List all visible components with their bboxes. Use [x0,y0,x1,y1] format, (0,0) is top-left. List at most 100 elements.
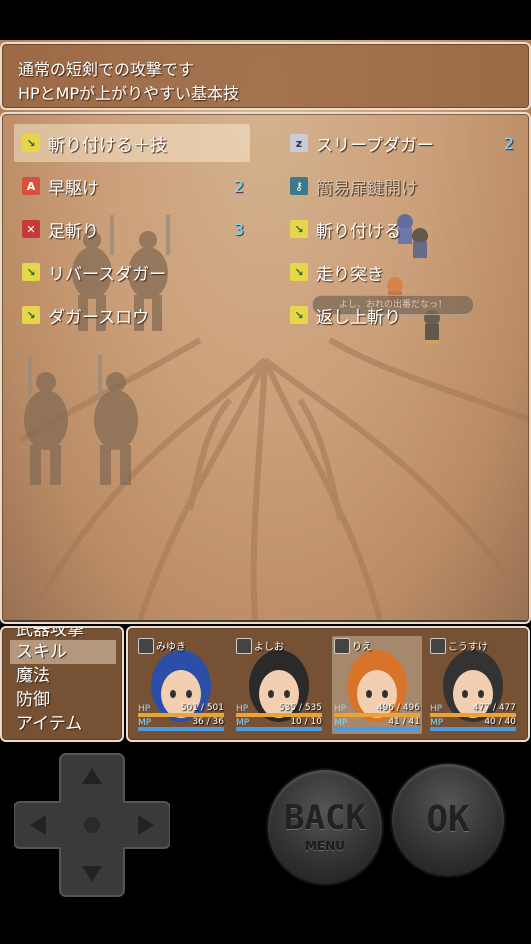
mp-current: 41 [388,717,400,727]
mp-value: 10 / 10 [290,717,322,727]
actor-name: よしお [254,642,284,653]
mp-gauge: MP 36 / 36 [138,717,224,731]
skill-item[interactable]: ↘ 斬り付ける [282,210,520,248]
mp-label: MP [430,718,444,728]
hp-label: HP [334,704,347,714]
mp-current: 36 [192,717,204,727]
virtual-gamepad: BACK MENU OK [0,744,531,944]
hp-value: 477 / 477 [472,703,516,713]
mp-value: 40 / 40 [484,717,516,727]
hp-gauge: HP 535 / 535 [236,703,322,717]
dagger-icon: ↘ [22,134,40,152]
skill-name: 早駆け [48,178,99,199]
skill-name: 足斬り [48,221,99,242]
skill-cost: 2 [233,176,244,196]
dagger-icon: ↘ [22,306,40,324]
hp-value: 501 / 501 [180,703,224,713]
dagger-icon: ↘ [22,263,40,281]
skill-name: 斬り付ける [316,221,401,242]
skill-name: 走り突き [316,264,384,285]
skill-item[interactable]: ✕ 足斬り 3 [14,210,250,248]
skill-item[interactable]: A 早駆け 2 [14,167,250,205]
mp-label: MP [236,718,250,728]
hp-label: HP [236,704,249,714]
mp-max: 36 [212,717,224,727]
skill-name: 簡易扉鍵開け [316,178,418,199]
dagger-icon: ↘ [290,263,308,281]
back-menu-button[interactable]: BACK MENU [268,770,382,884]
command-guard[interactable]: 防御 [10,688,116,712]
mp-value: 41 / 41 [388,717,420,727]
dagger-icon: ↘ [290,220,308,238]
hp-current: 477 [472,703,491,713]
skill-cost: 3 [233,219,244,239]
help-text-line-1: 通常の短剣での攻撃です [18,60,195,79]
back-button-label: BACK [284,798,366,838]
state-checkbox-icon [430,638,446,654]
state-checkbox-icon [334,638,350,654]
skill-name: ダガースロウ [48,307,150,328]
hp-max: 496 [402,703,420,713]
state-checkbox-icon [138,638,154,654]
skill-cost: 2 [503,133,514,153]
hp-current: 501 [180,703,199,713]
mp-label: MP [138,718,152,728]
mp-max: 40 [504,717,516,727]
hp-label: HP [430,704,443,714]
actor-status[interactable]: みゆき HP 501 / 501 MP 36 / 36 [136,636,226,734]
skill-name: 斬り付ける＋技 [48,135,167,156]
command-item[interactable]: アイテム [10,712,116,736]
mp-max: 41 [408,717,420,727]
skill-item[interactable]: ↘ 斬り付ける＋技 [14,124,250,162]
actor-name: りえ [352,642,372,653]
skill-item[interactable]: ↘ 返し上斬り [282,296,520,334]
key-icon: ⚷ [290,177,308,195]
hp-max: 477 [498,703,516,713]
help-window: 通常の短剣での攻撃です HPとMPが上がりやすい基本技 [0,42,531,110]
skill-list-window: ↘ 斬り付ける＋技 z スリープダガー 2 A 早駆け 2 ⚷ 簡易扉鍵開け ✕ 足斬り 3 ↘ 斬り付ける… [0,112,531,624]
mp-max: 10 [310,717,322,727]
hp-max: 501 [206,703,224,713]
ok-button-label: OK [426,799,470,840]
mp-current: 10 [290,717,302,727]
hp-value: 535 / 535 [278,703,322,713]
actor-status[interactable]: りえ HP 496 / 496 MP 41 / 41 [332,636,422,734]
hp-label: HP [138,704,151,714]
hp-gauge: HP 477 / 477 [430,703,516,717]
hp-current: 496 [376,703,395,713]
actor-name: こうすけ [448,642,488,653]
dpad[interactable] [14,750,170,900]
skill-name: スリープダガー [316,135,434,156]
skill-item[interactable]: z スリープダガー 2 [282,124,520,162]
skill-item[interactable]: ↘ ダガースロウ [14,296,250,334]
menu-button-label: MENU [305,839,345,853]
skill-name: 返し上斬り [316,307,401,328]
skill-name: リバースダガー [48,264,167,285]
actor-command-window: 武器攻撃 スキル 魔法 防御 アイテム [0,626,124,742]
sleep-icon: z [290,134,308,152]
mp-value: 36 / 36 [192,717,224,727]
mp-label: MP [334,718,348,728]
command-magic[interactable]: 魔法 [10,664,116,688]
state-checkbox-icon [236,638,252,654]
skill-item[interactable]: ↘ リバースダガー [14,253,250,291]
skill-item[interactable]: ⚷ 簡易扉鍵開け [282,167,520,205]
actor-status[interactable]: こうすけ HP 477 / 477 MP 40 / 40 [428,636,518,734]
hp-max: 535 [304,703,322,713]
mp-gauge: MP 40 / 40 [430,717,516,731]
command-skill[interactable]: スキル [10,640,116,664]
mp-gauge: MP 10 / 10 [236,717,322,731]
hp-gauge: HP 501 / 501 [138,703,224,717]
mp-current: 40 [484,717,496,727]
agi-icon: A [22,177,40,195]
hp-value: 496 / 496 [376,703,420,713]
mp-gauge: MP 41 / 41 [334,717,420,731]
actor-status[interactable]: よしお HP 535 / 535 MP 10 / 10 [234,636,324,734]
skill-item[interactable]: ↘ 走り突き [282,253,520,291]
party-status-window: みゆき HP 501 / 501 MP 36 / 36 よしお HP 535 / 535 MP 1… [126,626,530,742]
ok-button[interactable]: OK [392,764,504,876]
hp-current: 535 [278,703,297,713]
help-text-line-2: HPとMPが上がりやすい基本技 [18,84,240,103]
dagger-icon: ↘ [290,306,308,324]
actor-name: みゆき [156,642,186,653]
